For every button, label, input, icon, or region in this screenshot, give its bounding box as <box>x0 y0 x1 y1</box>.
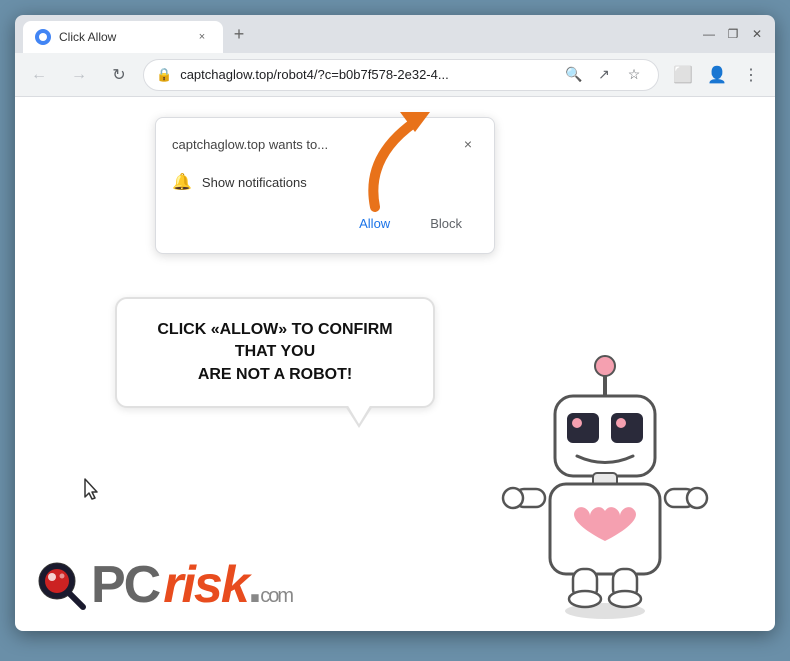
orange-arrow <box>355 107 445 222</box>
back-button[interactable]: ← <box>23 59 55 91</box>
address-bar[interactable]: 🔒 captchaglow.top/robot4/?c=b0b7f578-2e3… <box>143 59 659 91</box>
page-content: captchaglow.top wants to... × 🔔 Show not… <box>15 97 775 631</box>
logo-dot: . <box>248 556 260 614</box>
address-icons: 🔍 ↗ ☆ <box>562 63 646 87</box>
dialog-close-button[interactable]: × <box>458 134 478 154</box>
restore-button[interactable]: ❐ <box>723 24 743 44</box>
browser-window: Click Allow × + — ❐ ✕ ← → ↻ 🔒 captchaglo… <box>15 15 775 631</box>
dialog-title: captchaglow.top wants to... <box>172 137 328 152</box>
magnifier-icon <box>35 559 87 611</box>
url-text: captchaglow.top/robot4/?c=b0b7f578-2e32-… <box>180 67 554 82</box>
bubble-line2: ARE NOT A ROBOT! <box>198 366 352 383</box>
refresh-button[interactable]: ↻ <box>103 59 135 91</box>
tab-close-button[interactable]: × <box>193 28 211 46</box>
toolbar-icons: ⬜ 👤 ⋮ <box>667 59 767 91</box>
bell-icon: 🔔 <box>172 172 192 192</box>
robot-container <box>495 341 735 621</box>
pcrisk-logo: PC risk.com <box>35 559 292 611</box>
share-icon[interactable]: ↗ <box>592 63 616 87</box>
minimize-button[interactable]: — <box>699 24 719 44</box>
forward-button[interactable]: → <box>63 59 95 91</box>
logo-com: com <box>260 585 292 607</box>
tab-favicon <box>35 29 51 45</box>
dialog-option-text: Show notifications <box>202 175 307 190</box>
logo-risk-text: risk.com <box>163 559 292 611</box>
search-icon[interactable]: 🔍 <box>562 63 586 87</box>
menu-icon[interactable]: ⋮ <box>735 59 767 91</box>
new-tab-button[interactable]: + <box>225 20 253 48</box>
logo-risk-italic: risk <box>163 556 248 614</box>
split-view-icon[interactable]: ⬜ <box>667 59 699 91</box>
title-bar: Click Allow × + — ❐ ✕ <box>15 15 775 53</box>
lock-icon: 🔒 <box>156 67 172 83</box>
bookmark-icon[interactable]: ☆ <box>622 63 646 87</box>
profile-icon[interactable]: 👤 <box>701 59 733 91</box>
tab-title: Click Allow <box>59 30 116 44</box>
nav-bar: ← → ↻ 🔒 captchaglow.top/robot4/?c=b0b7f5… <box>15 53 775 97</box>
speech-bubble: CLICK «ALLOW» TO CONFIRM THAT YOU ARE NO… <box>115 297 435 408</box>
bubble-text: CLICK «ALLOW» TO CONFIRM THAT YOU ARE NO… <box>141 319 409 386</box>
close-button[interactable]: ✕ <box>747 24 767 44</box>
window-controls: — ❐ ✕ <box>699 24 767 44</box>
tab-area: Click Allow × + <box>23 15 693 53</box>
active-tab[interactable]: Click Allow × <box>23 21 223 53</box>
mouse-cursor <box>83 477 103 506</box>
bubble-line1: CLICK «ALLOW» TO CONFIRM THAT YOU <box>157 321 392 360</box>
logo-pc-text: PC <box>91 559 159 611</box>
